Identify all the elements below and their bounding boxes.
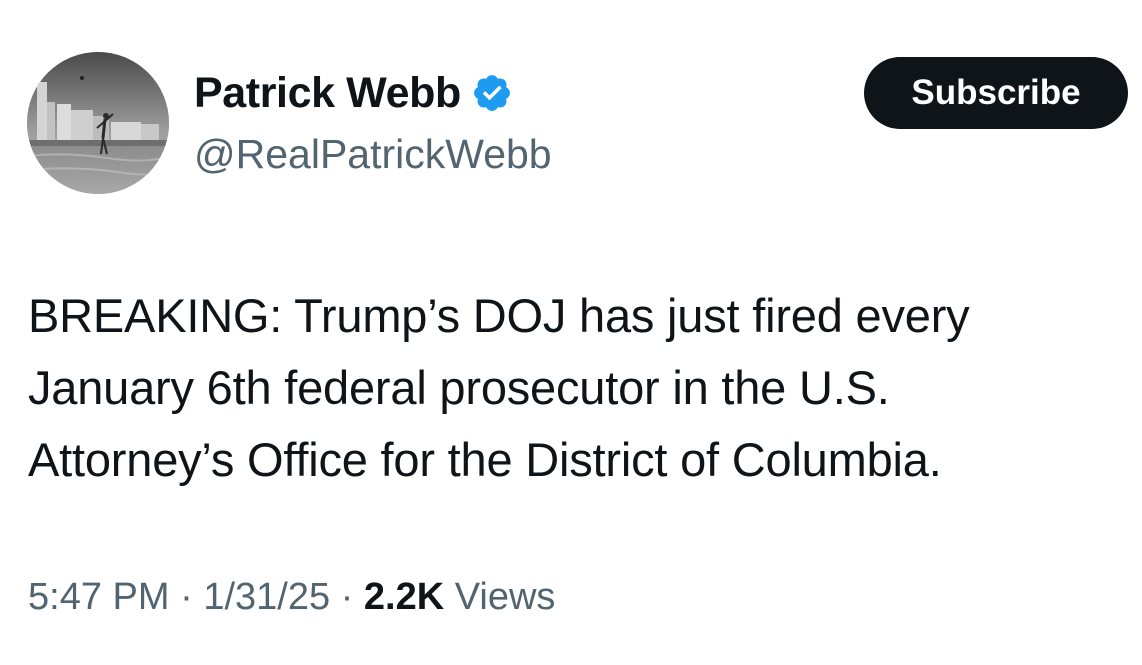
tweet-text-line: Attorney’s Office for the District of Co… bbox=[28, 433, 942, 486]
meta-separator: · bbox=[180, 576, 193, 618]
author-handle[interactable]: @RealPatrickWebb bbox=[194, 130, 552, 178]
views-label: Views bbox=[454, 576, 556, 618]
tweet-date[interactable]: 1/31/25 bbox=[203, 576, 330, 618]
avatar-photo bbox=[27, 52, 169, 194]
author-display-name[interactable]: Patrick Webb bbox=[194, 70, 461, 116]
tweet-text-line: BREAKING: Trump’s DOJ has just fired eve… bbox=[28, 289, 970, 342]
tweet-time[interactable]: 5:47 PM bbox=[28, 576, 170, 618]
tweet-meta: 5:47 PM · 1/31/25 · 2.2K Views bbox=[28, 572, 555, 622]
verified-badge-icon[interactable] bbox=[471, 72, 513, 114]
meta-separator: · bbox=[340, 576, 354, 618]
subscribe-button[interactable]: Subscribe bbox=[864, 57, 1128, 129]
tweet-body: BREAKING: Trump’s DOJ has just fired eve… bbox=[28, 280, 1133, 496]
tweet-text-line: January 6th federal prosecutor in the U.… bbox=[28, 361, 890, 414]
avatar[interactable] bbox=[27, 52, 169, 194]
tweet-card: Patrick Webb @RealPatrickWebb Subscribe … bbox=[0, 0, 1142, 665]
author-name-row: Patrick Webb bbox=[194, 70, 513, 116]
views-count: 2.2K bbox=[363, 576, 445, 618]
